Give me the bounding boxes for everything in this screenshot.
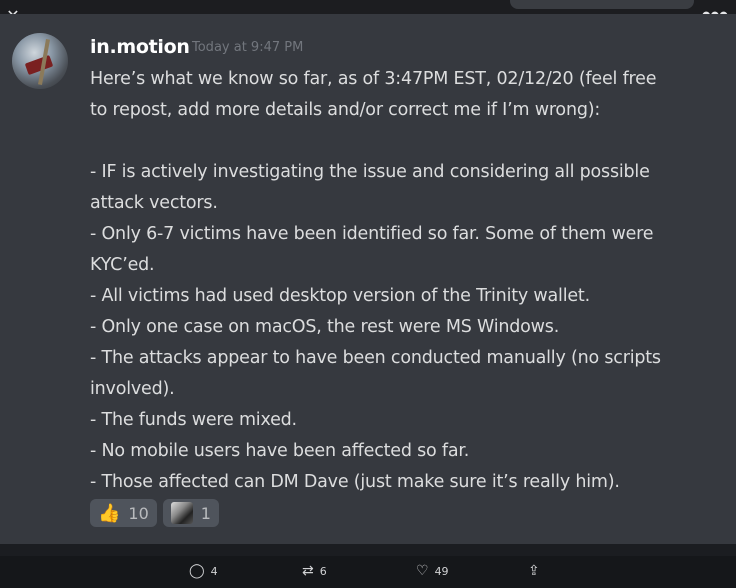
top-search-strip <box>510 0 694 9</box>
username[interactable]: in.motion <box>90 36 190 58</box>
timestamp: Today at 9:47 PM <box>192 40 304 55</box>
thumbs-up-emoji: 👍 <box>98 502 121 524</box>
share-icon: ⇪ <box>528 563 540 579</box>
message-line: - Only 6-7 victims have been identified … <box>90 224 654 244</box>
reaction-thumbs-up[interactable]: 👍 10 <box>90 499 157 527</box>
message-line: - No mobile users have been affected so … <box>90 441 470 461</box>
reactions-bar: 👍 10 1 <box>90 499 219 527</box>
reply-count: 4 <box>210 564 218 578</box>
custom-avatar-emoji <box>170 502 193 524</box>
message-line: attack vectors. <box>90 193 218 213</box>
message-line: Here’s what we know so far, as of 3:47PM… <box>90 69 657 89</box>
reply-button[interactable]: ◯ 4 <box>189 564 218 578</box>
message-content: Here’s what we know so far, as of 3:47PM… <box>90 64 726 498</box>
message-line: - Only one case on macOS, the rest were … <box>90 317 560 337</box>
message-line: involved). <box>90 379 175 399</box>
reaction-count: 1 <box>200 503 211 523</box>
heart-icon: ♡ <box>416 563 429 579</box>
message-line: - Those affected can DM Dave (just make … <box>90 472 620 492</box>
message-line: - IF is actively investigating the issue… <box>90 162 650 182</box>
like-button[interactable]: ♡ 49 <box>416 564 449 578</box>
message-card: in.motion Today at 9:47 PM Here’s what w… <box>0 14 736 544</box>
message-line: - The attacks appear to have been conduc… <box>90 348 661 368</box>
retweet-icon: ⇄ <box>302 563 314 579</box>
reaction-custom[interactable]: 1 <box>162 499 219 527</box>
like-count: 49 <box>434 564 449 578</box>
reply-icon: ◯ <box>189 563 205 579</box>
message-line: to repost, add more details and/or corre… <box>90 100 601 120</box>
retweet-button[interactable]: ⇄ 6 <box>302 564 327 578</box>
retweet-count: 6 <box>319 564 327 578</box>
tweet-action-bar: ◯ 4 ⇄ 6 ♡ 49 ⇪ <box>0 556 736 588</box>
avatar[interactable] <box>12 33 68 89</box>
message-line: - The funds were mixed. <box>90 410 297 430</box>
message-line: KYC’ed. <box>90 255 155 275</box>
reaction-count: 10 <box>128 503 149 523</box>
message-line: - All victims had used desktop version o… <box>90 286 590 306</box>
message-blank-line <box>90 126 726 157</box>
share-button[interactable]: ⇪ <box>528 564 540 578</box>
